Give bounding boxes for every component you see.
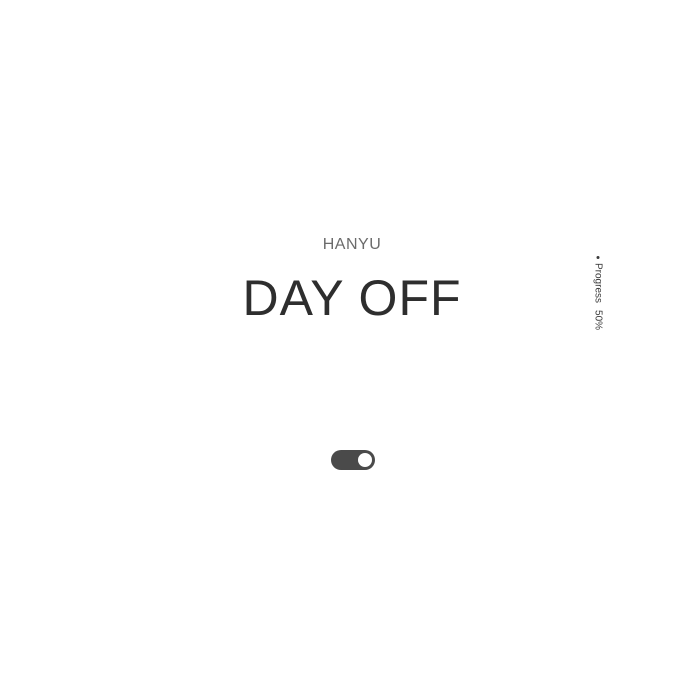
bullet-dot-icon xyxy=(596,256,600,259)
subtitle: HANYU xyxy=(322,236,382,253)
progress-indicator: Progress 50% xyxy=(593,256,604,330)
progress-label: Progress xyxy=(592,263,604,304)
day-off-toggle[interactable] xyxy=(331,450,375,470)
screen: HANYU DAY OFF Progress 50% xyxy=(0,0,700,700)
toggle-knob xyxy=(358,453,372,467)
progress-value: 50% xyxy=(592,310,604,331)
